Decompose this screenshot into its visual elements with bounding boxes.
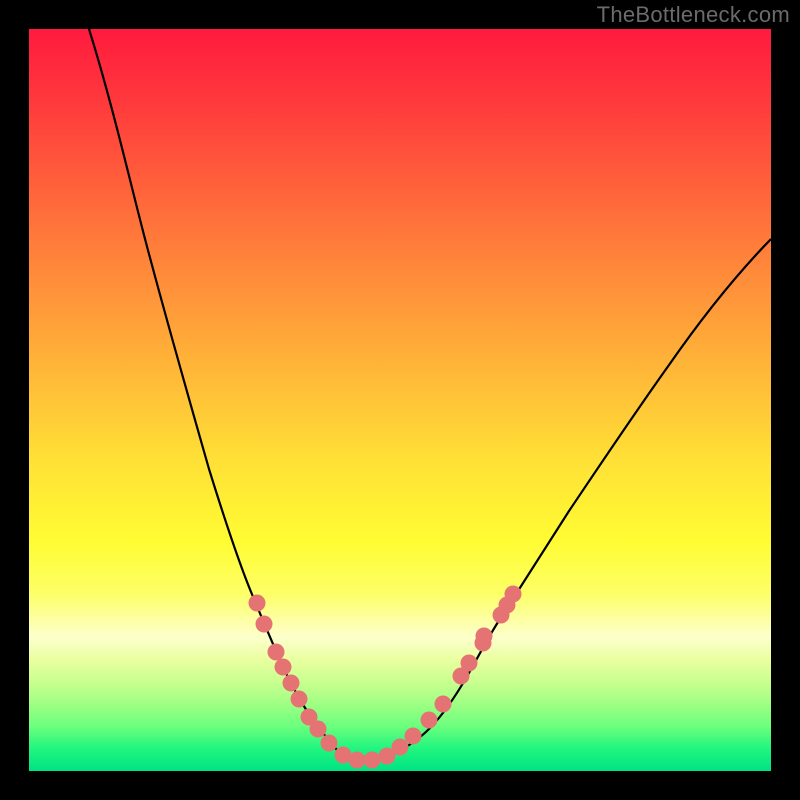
data-point-dot — [301, 709, 318, 726]
data-point-dot — [321, 735, 338, 752]
data-point-dot — [310, 721, 327, 738]
data-point-dot — [256, 616, 273, 633]
data-point-dot — [392, 739, 409, 756]
data-point-dot — [493, 607, 510, 624]
data-point-dot — [475, 635, 492, 652]
data-point-dot — [461, 655, 478, 672]
data-point-dot — [364, 752, 381, 769]
bottleneck-curve — [89, 29, 771, 762]
data-point-dot — [349, 752, 366, 769]
chart-plot-area — [29, 29, 771, 771]
data-point-dot — [421, 712, 438, 729]
data-point-dot — [453, 668, 470, 685]
data-point-dot — [335, 747, 352, 764]
chart-svg — [29, 29, 771, 771]
data-point-dot — [275, 659, 292, 676]
data-point-dot — [505, 586, 522, 603]
data-point-dot — [379, 748, 396, 765]
data-point-dot — [291, 691, 308, 708]
watermark-text: TheBottleneck.com — [597, 2, 790, 28]
data-point-dot — [499, 597, 516, 614]
data-point-dot — [249, 595, 266, 612]
data-point-dot — [283, 675, 300, 692]
data-point-dot — [405, 728, 422, 745]
data-point-dot — [268, 644, 285, 661]
data-dots — [249, 586, 522, 769]
data-point-dot — [476, 628, 493, 645]
data-point-dot — [435, 696, 452, 713]
